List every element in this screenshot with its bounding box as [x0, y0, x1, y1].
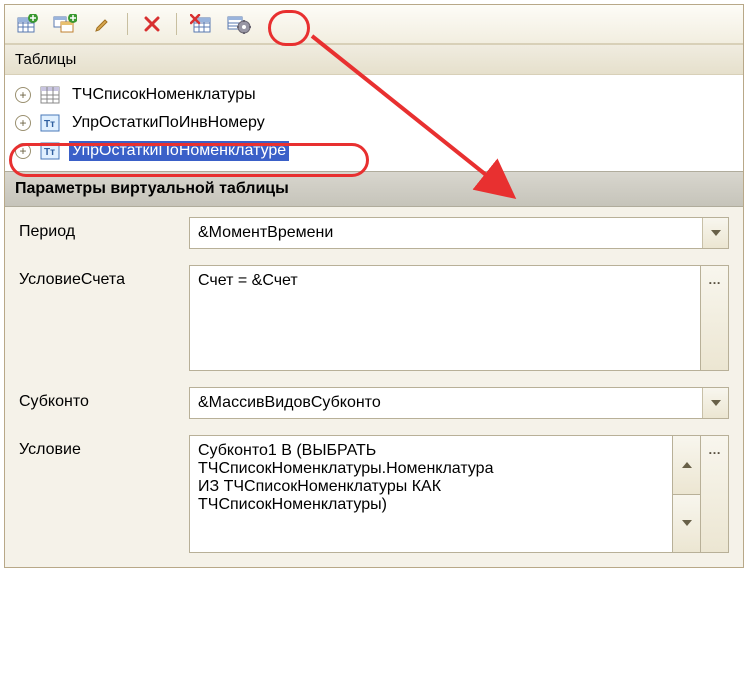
ellipsis-button[interactable]: …	[701, 265, 729, 371]
virtual-table-icon: Tт	[39, 141, 61, 161]
toolbar-separator	[176, 13, 177, 35]
virtual-table-params-button[interactable]	[225, 11, 253, 37]
condition-label: Условие	[19, 435, 189, 459]
param-row-condition: Условие …	[19, 435, 729, 553]
table-plus-icon	[16, 14, 38, 34]
period-input[interactable]	[190, 218, 702, 248]
ellipsis-button[interactable]: …	[701, 435, 729, 553]
x-icon	[144, 16, 160, 32]
tree-item-label: УпрОстаткиПоИнвНомеру	[69, 113, 268, 133]
dropdown-button[interactable]	[702, 388, 728, 418]
condition-input[interactable]	[189, 435, 673, 553]
add-table-button[interactable]	[13, 11, 41, 37]
tables-section-header: Таблицы	[5, 44, 743, 75]
tree-item-label: УпрОстаткиПоНоменклатуре	[69, 141, 289, 161]
toolbar	[5, 5, 743, 44]
chevron-up-icon	[682, 462, 692, 468]
chevron-down-icon	[711, 400, 721, 406]
nested-table-plus-icon	[53, 14, 77, 34]
toolbar-separator	[127, 13, 128, 35]
table-x-icon	[190, 14, 212, 34]
delete-button[interactable]	[138, 11, 166, 37]
account-condition-input[interactable]	[189, 265, 701, 371]
scroll-down-button[interactable]	[673, 495, 701, 554]
subkonto-combo[interactable]	[189, 387, 729, 419]
chevron-down-icon	[682, 520, 692, 526]
tree-row[interactable]: + Tт УпрОстаткиПоНоменклатуре	[9, 137, 739, 165]
scroll-up-button[interactable]	[673, 435, 701, 495]
pencil-icon	[94, 15, 112, 33]
tables-tree[interactable]: + ТЧСписокНоменклатуры + Tт УпрОстаткиПо…	[5, 75, 743, 171]
replace-table-button[interactable]	[187, 11, 215, 37]
params-form: Период УсловиеСчета … Субконто	[5, 207, 743, 567]
query-builder-panel: Таблицы + ТЧСписокНоменклатуры + Tт УпрО…	[4, 4, 744, 568]
table-icon	[39, 85, 61, 105]
expand-button[interactable]: +	[15, 87, 31, 103]
add-nested-button[interactable]	[51, 11, 79, 37]
table-gear-icon	[227, 14, 251, 34]
account-condition-label: УсловиеСчета	[19, 265, 189, 289]
tree-item-label: ТЧСписокНоменклатуры	[69, 85, 259, 105]
svg-text:Tт: Tт	[44, 147, 55, 158]
params-title: Параметры виртуальной таблицы	[15, 180, 289, 197]
edit-button[interactable]	[89, 11, 117, 37]
tables-title: Таблицы	[15, 51, 76, 68]
subkonto-input[interactable]	[190, 388, 702, 418]
period-label: Период	[19, 217, 189, 241]
tree-row[interactable]: + ТЧСписокНоменклатуры	[9, 81, 739, 109]
param-row-account-condition: УсловиеСчета …	[19, 265, 729, 371]
virtual-table-icon: Tт	[39, 113, 61, 133]
param-row-period: Период	[19, 217, 729, 249]
expand-button[interactable]: +	[15, 115, 31, 131]
subkonto-label: Субконто	[19, 387, 189, 411]
chevron-down-icon	[711, 230, 721, 236]
svg-text:Tт: Tт	[44, 119, 55, 130]
dropdown-button[interactable]	[702, 218, 728, 248]
expand-button[interactable]: +	[15, 143, 31, 159]
tree-row[interactable]: + Tт УпрОстаткиПоИнвНомеру	[9, 109, 739, 137]
param-row-subkonto: Субконто	[19, 387, 729, 419]
period-combo[interactable]	[189, 217, 729, 249]
params-section-header: Параметры виртуальной таблицы	[5, 171, 743, 207]
